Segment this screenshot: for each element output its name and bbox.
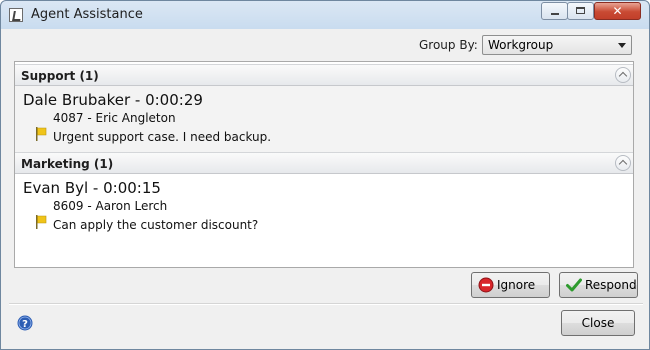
close-label: Close xyxy=(581,316,615,330)
close-icon: ✕ xyxy=(612,4,623,18)
ignore-button[interactable]: Ignore xyxy=(471,272,550,298)
request-detail: 8609 - Aaron Lerch xyxy=(53,199,168,213)
window-close-button[interactable]: ✕ xyxy=(594,2,641,20)
assistance-request-list[interactable]: Support (1) Dale Brubaker - 0:00:29 4087… xyxy=(14,61,634,268)
collapse-icon[interactable] xyxy=(615,67,631,83)
maximize-button[interactable] xyxy=(567,2,594,20)
agent-name-time: Dale Brubaker - 0:00:29 xyxy=(23,91,203,109)
flag-icon xyxy=(36,127,47,141)
group-header[interactable]: Support (1) xyxy=(15,64,633,86)
group-header[interactable]: Marketing (1) xyxy=(15,152,633,174)
flag-icon xyxy=(36,215,47,229)
ignore-label: Ignore xyxy=(497,278,536,292)
respond-label: Respond xyxy=(585,278,637,292)
agent-assistance-window: Agent Assistance ✕ Group By: Workgroup S… xyxy=(0,0,650,350)
collapse-icon[interactable] xyxy=(615,155,631,171)
help-icon[interactable]: ? xyxy=(17,315,33,331)
group-marketing: Marketing (1) Evan Byl - 0:00:15 8609 - … xyxy=(15,152,633,242)
no-entry-icon xyxy=(478,277,494,293)
request-message: Can apply the customer discount? xyxy=(53,218,259,232)
list-item[interactable]: Dale Brubaker - 0:00:29 4087 - Eric Angl… xyxy=(15,86,633,152)
svg-text:?: ? xyxy=(22,319,28,330)
group-header-label: Marketing (1) xyxy=(21,157,114,171)
group-header-label: Support (1) xyxy=(21,69,99,83)
agent-name-time: Evan Byl - 0:00:15 xyxy=(23,179,161,197)
minimize-button[interactable] xyxy=(541,2,568,20)
group-by-label: Group By: xyxy=(419,38,478,52)
list-item[interactable]: Evan Byl - 0:00:15 8609 - Aaron Lerch Ca… xyxy=(15,174,633,240)
group-by-value: Workgroup xyxy=(488,38,554,52)
maximize-icon xyxy=(576,7,585,14)
close-button[interactable]: Close xyxy=(561,310,635,336)
group-support: Support (1) Dale Brubaker - 0:00:29 4087… xyxy=(15,64,633,152)
checkmark-icon xyxy=(566,278,582,292)
footer-divider xyxy=(9,303,643,305)
app-icon xyxy=(9,8,23,22)
request-message: Urgent support case. I need backup. xyxy=(53,130,272,144)
minimize-icon xyxy=(551,13,559,15)
window-title: Agent Assistance xyxy=(31,7,143,22)
group-by-dropdown[interactable]: Workgroup xyxy=(482,35,632,55)
respond-button[interactable]: Respond xyxy=(559,272,638,298)
chevron-down-icon xyxy=(618,43,626,48)
title-bar[interactable]: Agent Assistance ✕ xyxy=(1,1,649,29)
request-detail: 4087 - Eric Angleton xyxy=(53,111,176,125)
